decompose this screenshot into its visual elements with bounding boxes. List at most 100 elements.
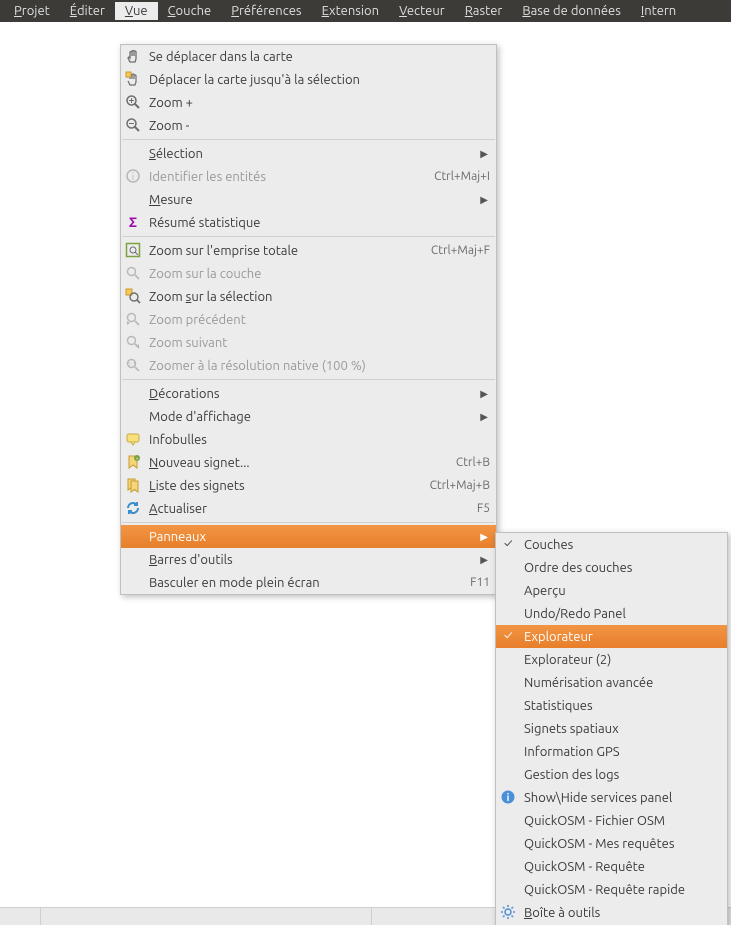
svg-text:+: + <box>136 455 139 461</box>
menu-panneaux-dropdown: ✓CouchesOrdre des couchesAperçu Undo/Redo… <box>495 532 728 925</box>
menu-item-shortcut: F5 <box>457 502 490 515</box>
menu-bdd[interactable]: Base de données <box>512 2 631 20</box>
submenu-arrow-icon: ▶ <box>480 531 488 543</box>
panel-toggle-item[interactable]: Aperçu <box>496 579 727 602</box>
menu-item-label: Basculer en mode plein écran <box>149 576 450 590</box>
tooltip-icon <box>125 431 141 447</box>
panel-toggle-item[interactable]: Explorateur (2) <box>496 648 727 671</box>
menu-view-dropdown: Se déplacer dans la carte Déplacer la car… <box>120 44 497 595</box>
bookmarks-icon <box>125 477 141 493</box>
menu-item-label: Boîte à outils <box>524 906 721 920</box>
menu-item-label: Zoom sur la couche <box>149 267 490 281</box>
panel-toggle-item[interactable]: Undo/Redo Panel <box>496 602 727 625</box>
menu-item-label: Show\Hide services panel <box>524 791 721 805</box>
panel-toggle-item[interactable]: QuickOSM - Requête <box>496 855 727 878</box>
menu-item[interactable]: Sélection▶ <box>121 142 496 165</box>
menu-item-label: Zoom sur la sélection <box>149 290 490 304</box>
menu-item[interactable]: +Nouveau signet...Ctrl+B <box>121 451 496 474</box>
zoom-extent-icon <box>125 242 141 258</box>
menu-item-label: Résumé statistique <box>149 216 490 230</box>
menu-item-label: Zoom - <box>149 119 490 133</box>
sigma-icon: Σ <box>125 214 141 230</box>
menu-separator <box>122 139 495 140</box>
panel-toggle-item[interactable]: ✓Couches <box>496 533 727 556</box>
menu-item-label: Panneaux <box>149 530 490 544</box>
hand-icon <box>125 48 141 64</box>
menu-item-label: Décorations <box>149 387 490 401</box>
panel-toggle-item[interactable]: Ordre des couches <box>496 556 727 579</box>
bookmark-new-icon: + <box>125 454 141 470</box>
panel-toggle-item[interactable]: Numérisation avancée <box>496 671 727 694</box>
menu-item: Zoom précédent <box>121 308 496 331</box>
menu-extension[interactable]: Extension <box>312 2 390 20</box>
menu-item-label: Identifier les entités <box>149 170 414 184</box>
menu-item-label: Mode d'affichage <box>149 410 490 424</box>
menu-item: iIdentifier les entitésCtrl+Maj+I <box>121 165 496 188</box>
menu-item[interactable]: Se déplacer dans la carte <box>121 45 496 68</box>
menu-item[interactable]: Mesure▶ <box>121 188 496 211</box>
zoom-select-icon <box>125 288 141 304</box>
menu-item-label: Gestion des logs <box>524 768 721 782</box>
menu-item[interactable]: Infobulles <box>121 428 496 451</box>
menu-item[interactable]: Barres d'outils▶ <box>121 548 496 571</box>
menu-projet[interactable]: Projet <box>4 2 60 20</box>
panel-toggle-item[interactable]: QuickOSM - Requête rapide <box>496 878 727 901</box>
panel-toggle-item[interactable]: Gestion des logs <box>496 763 727 786</box>
menu-item-label: Liste des signets <box>149 479 410 493</box>
submenu-arrow-icon: ▶ <box>480 388 488 400</box>
submenu-arrow-icon: ▶ <box>480 148 488 160</box>
menu-item[interactable]: Zoom - <box>121 114 496 137</box>
menu-vue[interactable]: Vue <box>115 2 158 20</box>
menu-item-label: Sélection <box>149 147 490 161</box>
panel-toggle-item[interactable]: Statistiques <box>496 694 727 717</box>
check-icon: ✓ <box>504 629 512 642</box>
menubar: Projet Éditer Vue Couche Préférences Ext… <box>0 0 731 22</box>
panel-toggle-item[interactable]: ✓Explorateur <box>496 625 727 648</box>
menu-vecteur[interactable]: Vecteur <box>389 2 455 20</box>
menu-item[interactable]: Zoom sur l'emprise totaleCtrl+Maj+F <box>121 239 496 262</box>
menu-item-label: Mesure <box>149 193 490 207</box>
menu-item[interactable]: Zoom sur la sélection <box>121 285 496 308</box>
menu-item-label: QuickOSM - Requête <box>524 860 721 874</box>
menu-item[interactable]: ActualiserF5 <box>121 497 496 520</box>
menu-item[interactable]: Déplacer la carte jusqu'à la sélection <box>121 68 496 91</box>
menu-item-label: Undo/Redo Panel <box>524 607 721 621</box>
panel-toggle-item[interactable]: QuickOSM - Mes requêtes <box>496 832 727 855</box>
svg-text:i: i <box>507 792 510 803</box>
check-icon: ✓ <box>504 537 512 550</box>
menu-item[interactable]: Basculer en mode plein écranF11 <box>121 571 496 594</box>
menu-separator <box>122 522 495 523</box>
status-segment <box>331 908 372 925</box>
hand-select-icon <box>125 71 141 87</box>
menu-item-label: Numérisation avancée <box>524 676 721 690</box>
menu-item[interactable]: Décorations▶ <box>121 382 496 405</box>
panel-toggle-item[interactable]: Information GPS <box>496 740 727 763</box>
menu-item[interactable]: Liste des signetsCtrl+Maj+B <box>121 474 496 497</box>
menu-item-label: QuickOSM - Fichier OSM <box>524 814 721 828</box>
menu-item-label: Nouveau signet... <box>149 456 436 470</box>
menu-raster[interactable]: Raster <box>455 2 513 20</box>
menu-item: Zoom suivant <box>121 331 496 354</box>
menu-editer[interactable]: Éditer <box>60 2 115 20</box>
status-segment <box>0 908 41 925</box>
menu-item-label: Se déplacer dans la carte <box>149 50 490 64</box>
menu-item[interactable]: Zoom + <box>121 91 496 114</box>
menu-item[interactable]: Mode d'affichage▶ <box>121 405 496 428</box>
zoom-in-icon <box>125 94 141 110</box>
info-icon: i <box>500 789 516 805</box>
menu-item-label: QuickOSM - Requête rapide <box>524 883 721 897</box>
menu-item-shortcut: Ctrl+Maj+F <box>411 244 490 257</box>
menu-item[interactable]: Panneaux▶ <box>121 525 496 548</box>
menu-couche[interactable]: Couche <box>158 2 222 20</box>
zoom-next-icon <box>125 334 141 350</box>
menu-internet[interactable]: Intern <box>631 2 686 20</box>
panel-toggle-item[interactable]: QuickOSM - Fichier OSM <box>496 809 727 832</box>
menu-item-label: Information GPS <box>524 745 721 759</box>
menu-item[interactable]: Σ Résumé statistique <box>121 211 496 234</box>
menu-preferences[interactable]: Préférences <box>221 2 311 20</box>
panel-toggle-item[interactable]: i Show\Hide services panel <box>496 786 727 809</box>
workspace: Se déplacer dans la carte Déplacer la car… <box>0 22 731 907</box>
panel-toggle-item[interactable]: Signets spatiaux <box>496 717 727 740</box>
gear-icon <box>500 904 516 920</box>
panel-toggle-item[interactable]: Boîte à outils <box>496 901 727 924</box>
